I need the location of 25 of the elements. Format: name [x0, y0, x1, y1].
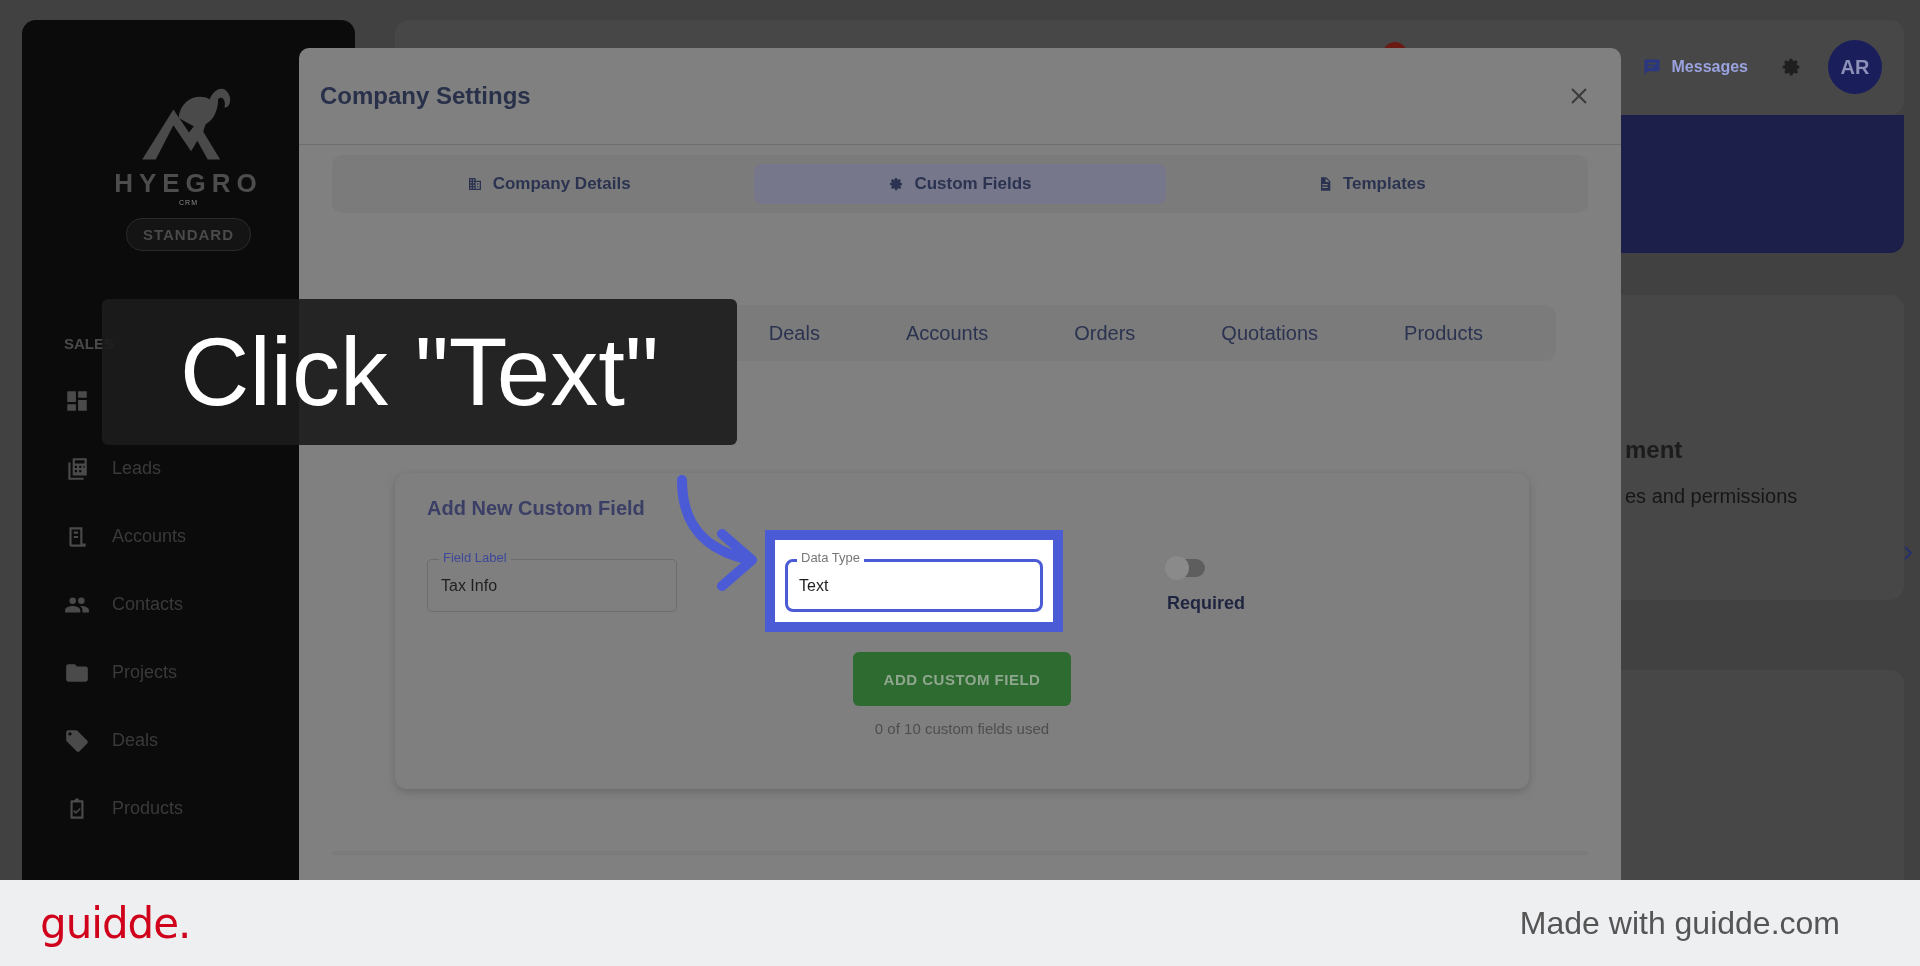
- gear-icon: [888, 176, 905, 192]
- required-switch[interactable]: [1167, 558, 1205, 577]
- entity-tab[interactable]: Products: [1380, 305, 1507, 361]
- credit-text: Made with guidde.com: [1519, 904, 1840, 942]
- dialog-title: Company Settings: [320, 82, 531, 110]
- field-label: Data Type: [797, 550, 865, 566]
- settings-tab[interactable]: Custom Fields: [754, 164, 1166, 204]
- close-icon[interactable]: [1569, 86, 1589, 106]
- entity-tab[interactable]: Accounts: [881, 305, 1013, 361]
- user-avatar[interactable]: AR: [1828, 40, 1882, 95]
- brand-name: HYEGRO: [114, 168, 263, 199]
- settings-tab[interactable]: Templates: [1165, 164, 1577, 204]
- guidde-logo[interactable]: guidde.: [40, 898, 191, 948]
- chevron-right-icon[interactable]: [1903, 545, 1913, 562]
- switch-label: Required: [1167, 592, 1245, 614]
- building-icon: [466, 176, 483, 192]
- messages-button[interactable]: Messages: [1635, 56, 1754, 79]
- add-custom-field-button[interactable]: ADD CUSTOM FIELD: [853, 652, 1071, 706]
- entity-tab[interactable]: Quotations: [1197, 305, 1343, 361]
- tag-icon: [64, 727, 90, 754]
- entity-tab[interactable]: Orders: [1050, 305, 1160, 361]
- settings-tab[interactable]: Company Details: [343, 164, 755, 204]
- entity-tab[interactable]: Deals: [744, 305, 844, 361]
- form-heading: Add New Custom Field: [427, 497, 645, 520]
- chat-icon: [1641, 57, 1662, 78]
